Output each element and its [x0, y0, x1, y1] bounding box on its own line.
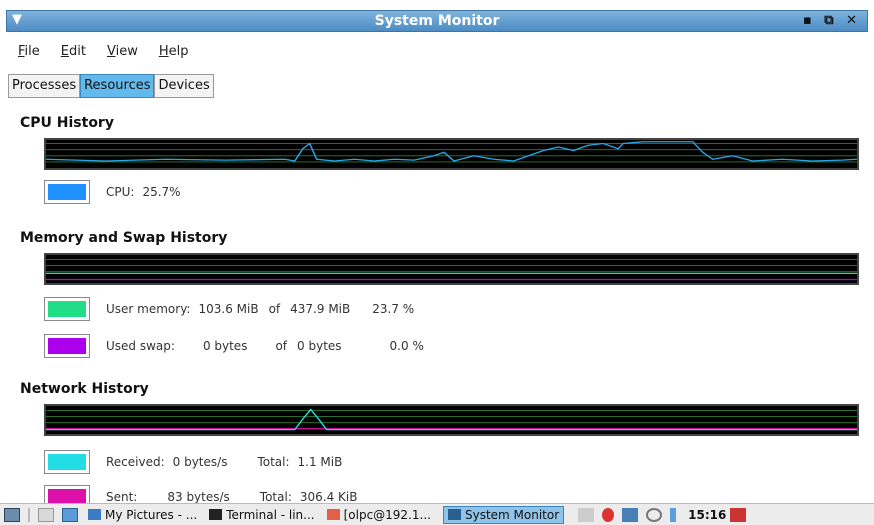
user-memory-total: 437.9 MiB [290, 302, 351, 316]
sent-total-label: Total: [259, 490, 292, 504]
received-color-fill [48, 454, 86, 470]
tray-battery-icon[interactable] [670, 507, 677, 522]
notebook-tabs: Processes Resources Devices [8, 74, 214, 98]
disk-icon[interactable] [62, 507, 78, 522]
window-titlebar[interactable]: ▼ System Monitor ▪ ⧉ ✕ [6, 10, 868, 32]
cpu-legend: CPU: 25.7% [44, 179, 191, 205]
menu-file[interactable]: File [6, 40, 49, 66]
user-memory-legend: User memory: 103.6 MiB of 437.9 MiB 23.7… [44, 296, 424, 322]
taskbar: My Pictures - ... Terminal - lin... [olp… [0, 503, 874, 525]
menu-help[interactable]: Help [147, 40, 198, 66]
sent-label: Sent: [106, 490, 138, 504]
tray-wifi-icon[interactable] [646, 507, 663, 522]
cpu-history-line [46, 141, 857, 162]
swap-label: Used swap: [106, 339, 175, 353]
cpu-color-swatch[interactable] [44, 180, 90, 204]
memory-graph-svg [46, 258, 857, 281]
memory-history-title: Memory and Swap History [20, 230, 228, 246]
cpu-history-title: CPU History [20, 115, 114, 131]
memory-history-graph [44, 253, 859, 285]
user-memory-of: of [268, 302, 281, 316]
swap-color-swatch[interactable] [44, 334, 90, 358]
logout-icon[interactable] [730, 507, 747, 522]
folder-icon [88, 509, 101, 520]
task-my-pictures[interactable]: My Pictures - ... [88, 508, 197, 522]
sent-rate: 83 bytes/s [167, 490, 230, 504]
user-memory-color-swatch[interactable] [44, 297, 90, 321]
file-manager-icon[interactable] [38, 507, 54, 522]
received-label: Received: [106, 455, 165, 469]
clock: 15:16 [688, 507, 727, 522]
received-line [46, 408, 857, 431]
cpu-graph-svg [46, 141, 857, 163]
window-title: System Monitor [374, 13, 500, 29]
user-memory-used: 103.6 MiB [198, 302, 259, 316]
taskbar-divider [28, 507, 30, 522]
show-desktop-icon[interactable] [4, 507, 20, 522]
received-rate: 0 bytes/s [172, 455, 228, 469]
cpu-value: 25.7% [142, 185, 181, 199]
received-color-swatch[interactable] [44, 450, 90, 474]
network-history-graph [44, 404, 859, 436]
swap-total: 0 bytes [297, 339, 342, 353]
swap-of: of [275, 339, 288, 353]
task-olpc[interactable]: [olpc@192.1... [326, 508, 431, 522]
window-controls[interactable]: ▪ ⧉ ✕ [803, 13, 861, 28]
network-graph-svg [46, 408, 857, 431]
task-system-monitor[interactable]: System Monitor [442, 505, 565, 524]
cpu-history-graph [44, 138, 859, 170]
tray-display-icon[interactable] [578, 507, 595, 522]
menu-edit[interactable]: Edit [49, 40, 95, 66]
swap-color-fill [48, 338, 86, 354]
tab-resources[interactable]: Resources [80, 74, 155, 98]
cpu-label: CPU: [106, 185, 135, 199]
network-history-title: Network History [20, 381, 149, 397]
swap-used: 0 bytes [202, 339, 248, 353]
received-total-label: Total: [257, 455, 290, 469]
tray-power-icon[interactable] [602, 507, 615, 522]
tray-network-icon[interactable] [622, 507, 639, 522]
menubar: File Edit View Help [6, 40, 197, 66]
user-memory-color-fill [48, 301, 86, 317]
swap-legend: Used swap: 0 bytes of 0 bytes 0.0 % [44, 333, 434, 359]
menu-view[interactable]: View [95, 40, 147, 66]
received-total: 1.1 MiB [297, 455, 343, 469]
user-memory-label: User memory: [106, 302, 191, 316]
tab-devices[interactable]: Devices [154, 74, 214, 98]
cpu-color-fill [48, 184, 86, 200]
system-monitor-icon [447, 509, 461, 520]
user-memory-percent: 23.7 % [372, 302, 415, 316]
swap-percent: 0.0 % [389, 339, 424, 353]
ssh-icon [326, 509, 340, 520]
tab-processes[interactable]: Processes [8, 74, 81, 98]
task-terminal[interactable]: Terminal - lin... [209, 508, 315, 522]
terminal-icon [209, 509, 223, 520]
sent-total: 306.4 KiB [299, 490, 358, 504]
received-legend: Received: 0 bytes/s Total: 1.1 MiB [44, 449, 352, 475]
